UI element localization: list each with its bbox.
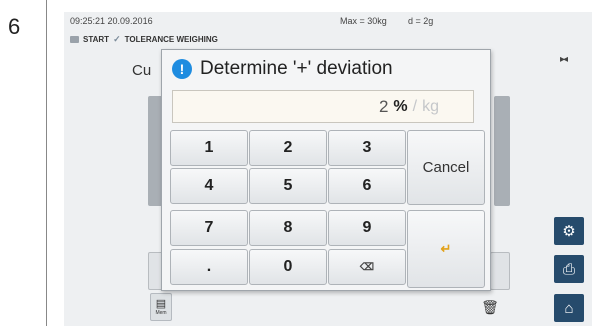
folder-icon [70, 36, 79, 43]
printer-icon: ⎙ [562, 260, 575, 278]
manual-page: 6 09:25:21 20.09.2016 Max = 30kg d = 2g … [0, 0, 592, 326]
device-screen: 09:25:21 20.09.2016 Max = 30kg d = 2g ST… [64, 12, 592, 326]
settings-button[interactable]: ⚙ [554, 217, 584, 245]
key-1[interactable]: 1 [170, 130, 248, 166]
print-button[interactable]: ⎙ [554, 255, 584, 283]
home-button[interactable]: ⌂ [554, 294, 584, 322]
status-max-capacity: Max = 30kg [340, 16, 387, 26]
backspace-button[interactable]: ⌫ [328, 249, 406, 285]
backspace-icon: ⌫ [359, 261, 375, 273]
memory-icon: ▤ [155, 297, 167, 310]
trash-icon: 🗑 [481, 298, 499, 315]
enter-icon: ↵ [440, 241, 452, 256]
background-title: Cu [132, 62, 152, 79]
background-button-right [490, 252, 510, 290]
collapse-chevron-icon[interactable]: ▸◂ [560, 54, 568, 65]
margin-divider [46, 0, 47, 326]
unit-separator: / [412, 97, 418, 115]
cancel-button[interactable]: Cancel [407, 130, 485, 205]
home-icon: ⌂ [564, 299, 574, 317]
key-4[interactable]: 4 [170, 168, 248, 204]
key-8[interactable]: 8 [249, 210, 327, 246]
key-3[interactable]: 3 [328, 130, 406, 166]
unit-percent-toggle[interactable]: % [393, 98, 407, 116]
unit-kg-toggle[interactable]: kg [422, 98, 439, 116]
key-decimal[interactable]: . [170, 249, 248, 285]
input-value: 2 [378, 96, 389, 116]
deviation-dialog: ! Determine '+' deviation 2 % / kg 1 2 3… [161, 49, 491, 291]
key-5[interactable]: 5 [249, 168, 327, 204]
dialog-header: ! Determine '+' deviation [172, 58, 393, 80]
memory-label: Mem [155, 309, 167, 316]
memory-button[interactable]: ▤ Mem [150, 293, 172, 321]
info-icon: ! [172, 59, 192, 79]
key-9[interactable]: 9 [328, 210, 406, 246]
key-2[interactable]: 2 [249, 130, 327, 166]
breadcrumb-current: TOLERANCE WEIGHING [124, 35, 218, 44]
breadcrumb-separator: ✓ [113, 34, 121, 44]
key-7[interactable]: 7 [170, 210, 248, 246]
breadcrumb: START ✓ TOLERANCE WEIGHING [70, 34, 218, 45]
key-6[interactable]: 6 [328, 168, 406, 204]
background-panel-right [494, 96, 510, 206]
key-0[interactable]: 0 [249, 249, 327, 285]
breadcrumb-start[interactable]: START [83, 35, 109, 44]
status-readability: d = 2g [408, 16, 434, 26]
deviation-input[interactable]: 2 % / kg [172, 90, 474, 123]
step-number: 6 [8, 14, 21, 39]
delete-button[interactable]: 🗑 [479, 296, 501, 318]
enter-button[interactable]: ↵ [407, 210, 485, 288]
gear-icon: ⚙ [562, 223, 576, 240]
dialog-title: Determine '+' deviation [200, 58, 393, 79]
status-datetime: 09:25:21 20.09.2016 [70, 16, 153, 26]
